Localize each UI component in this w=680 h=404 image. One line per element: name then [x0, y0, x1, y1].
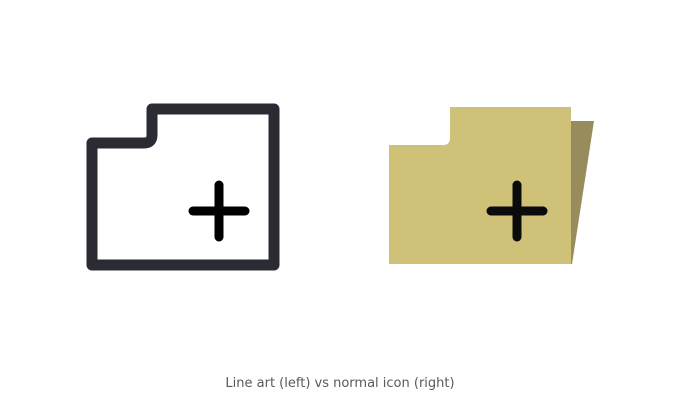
caption: Line art (left) vs normal icon (right) — [225, 376, 455, 391]
illustration — [0, 0, 680, 404]
folder-back-panel — [570, 121, 594, 264]
icon-comparison-canvas — [86, 103, 594, 271]
folder-add-icon — [389, 107, 594, 264]
line-art-plus-icon — [188, 180, 250, 242]
line-art-folder-add-icon — [86, 103, 280, 271]
folder-front-panel — [389, 107, 571, 264]
line-art-folder-outline — [86, 103, 280, 271]
